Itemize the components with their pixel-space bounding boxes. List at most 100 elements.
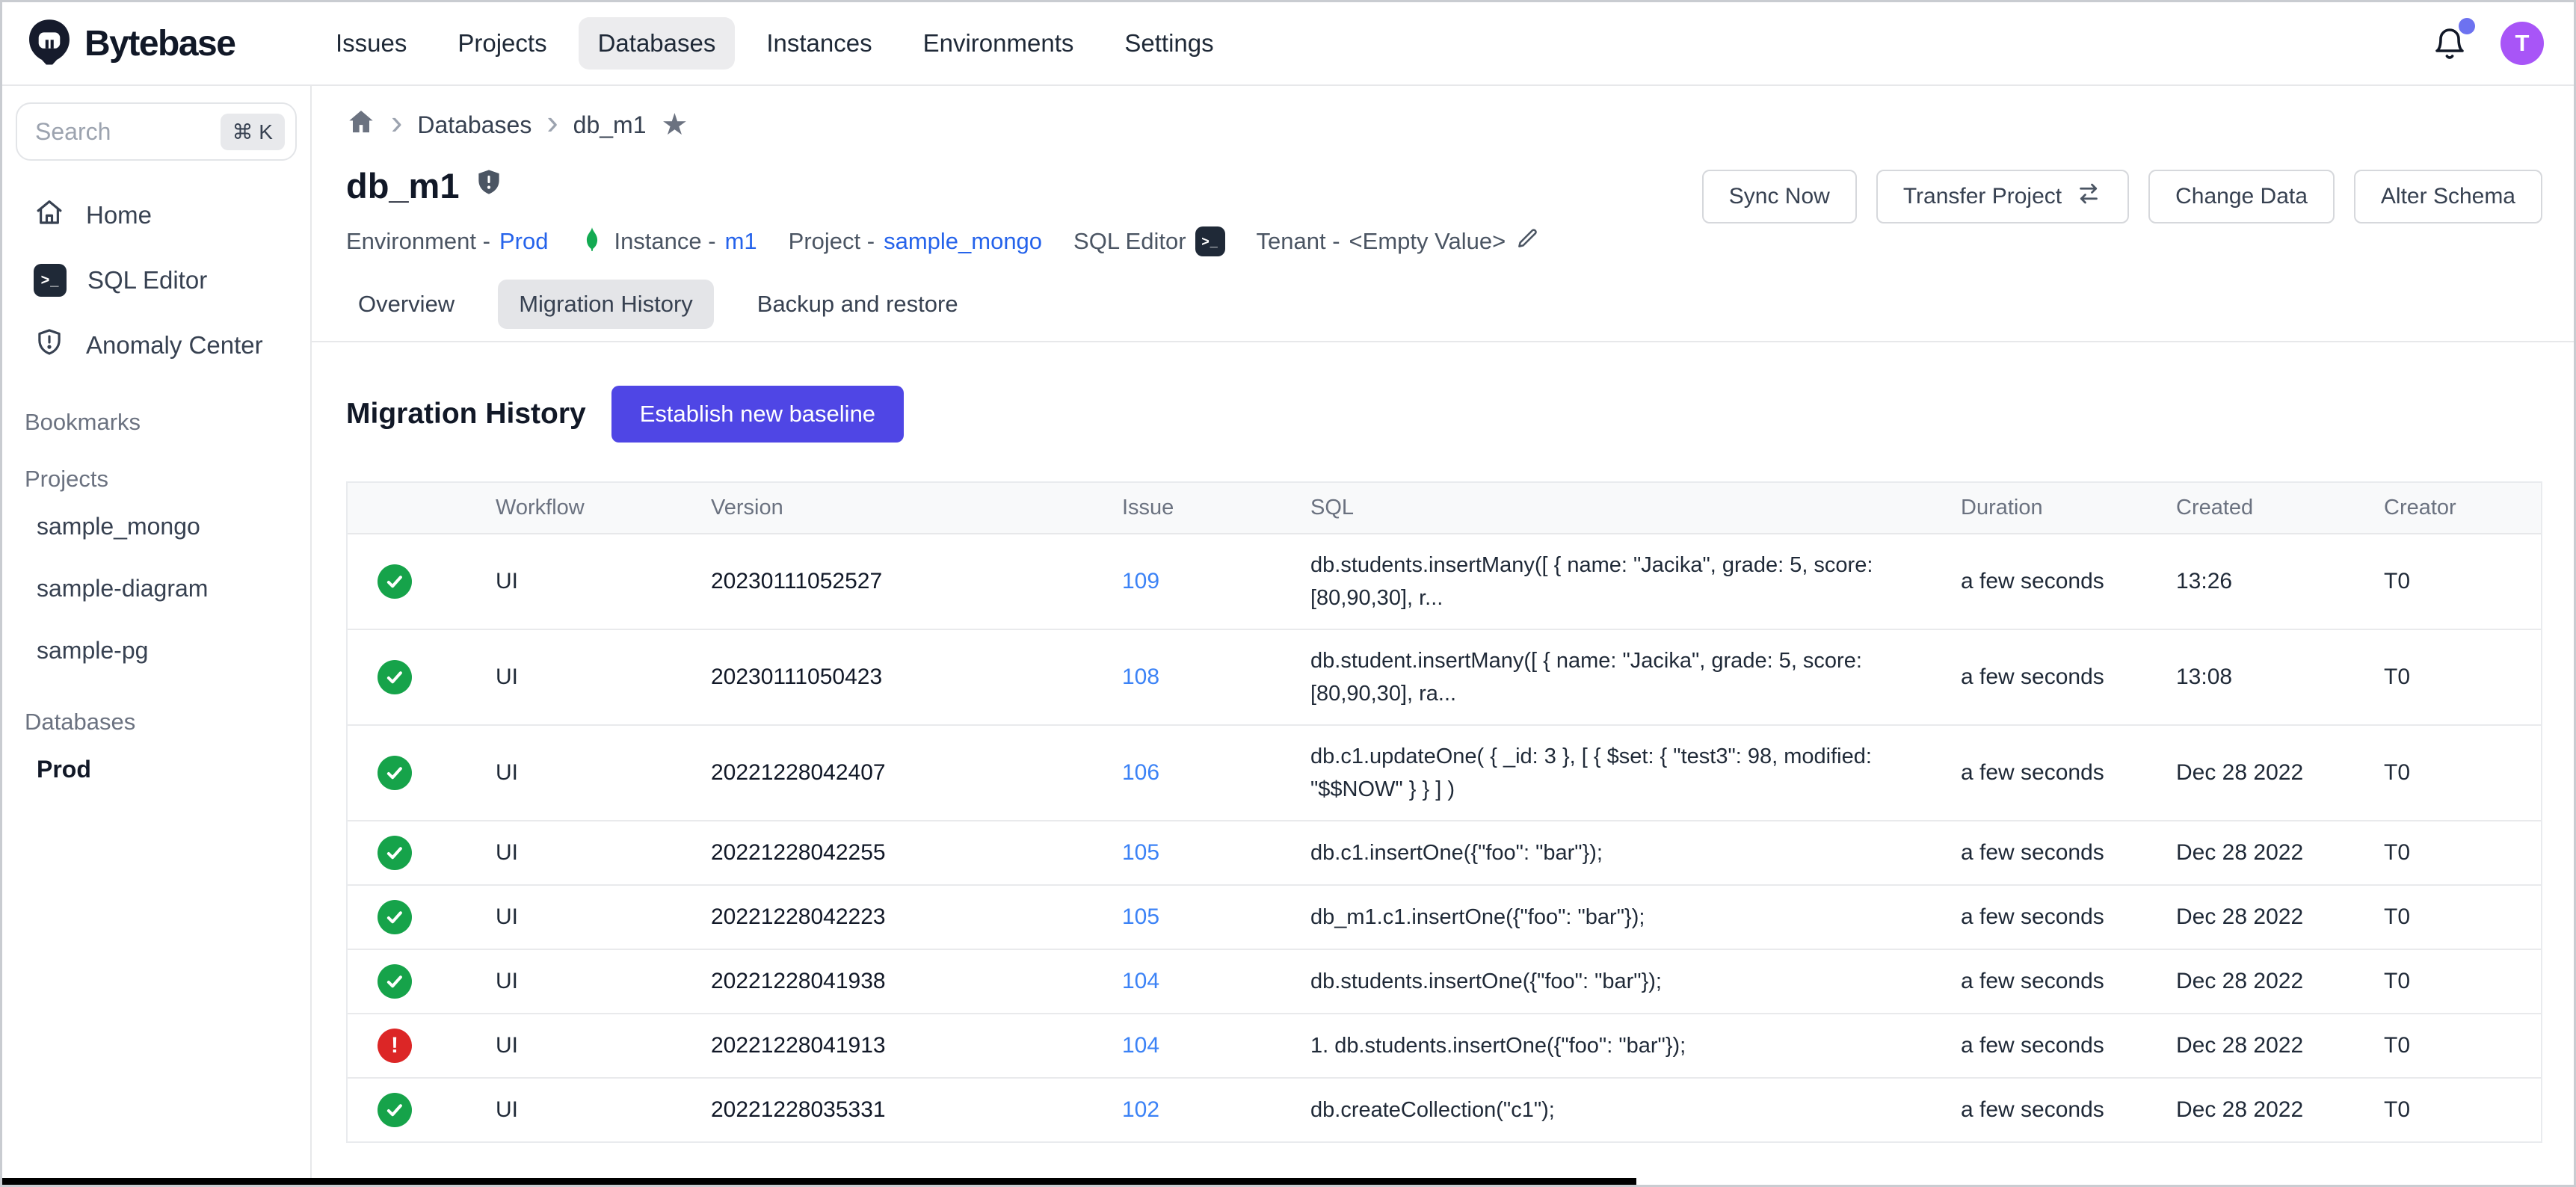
table-row[interactable]: ! UI 20221228041913 104 1. db.students.i… <box>348 1014 2541 1079</box>
bytebase-logo-icon <box>25 17 74 70</box>
tab-overview[interactable]: Overview <box>337 280 475 329</box>
cell-creator: T0 <box>2369 1081 2541 1139</box>
cell-workflow: UI <box>481 824 696 882</box>
table-row[interactable]: UI 20221228041938 104 db.students.insert… <box>348 950 2541 1014</box>
bytebase-logo[interactable]: Bytebase <box>25 17 316 70</box>
transfer-project-button[interactable]: Transfer Project <box>1876 170 2129 223</box>
instance-link[interactable]: m1 <box>725 228 757 255</box>
nav-instances[interactable]: Instances <box>747 17 891 70</box>
cell-sql: db.students.insertMany([ { name: "Jacika… <box>1295 534 1946 629</box>
nav-issues[interactable]: Issues <box>316 17 426 70</box>
bookmark-star-icon[interactable]: ★ <box>661 108 688 142</box>
cell-version: 20221228042255 <box>696 824 1107 882</box>
table-row[interactable]: UI 20221228035331 102 db.createCollectio… <box>348 1079 2541 1141</box>
db-shield-icon <box>473 165 505 206</box>
cell-version: 20230111052527 <box>696 552 1107 611</box>
breadcrumb-home-icon[interactable] <box>346 107 376 143</box>
cell-duration: a few seconds <box>1946 952 2161 1011</box>
issue-link[interactable]: 106 <box>1107 744 1295 802</box>
sync-now-button[interactable]: Sync Now <box>1702 170 1857 223</box>
table-row[interactable]: UI 20221228042407 106 db.c1.updateOne( {… <box>348 726 2541 821</box>
col-duration: Duration <box>1946 483 2161 533</box>
sidebar-project-sample-diagram[interactable]: sample-diagram <box>2 561 310 617</box>
cell-created: Dec 28 2022 <box>2161 952 2369 1011</box>
transfer-arrows-icon <box>2075 180 2102 213</box>
cell-creator: T0 <box>2369 1017 2541 1075</box>
cell-sql: db_m1.c1.insertOne({"foo": "bar"}); <box>1295 887 1946 948</box>
environment-link[interactable]: Prod <box>499 228 548 255</box>
cell-sql: db.c1.insertOne({"foo": "bar"}); <box>1295 822 1946 884</box>
top-navigation-bar: Bytebase Issues Projects Databases Insta… <box>2 2 2574 86</box>
sidebar-item-sql-editor[interactable]: >_ SQL Editor <box>2 249 310 312</box>
issue-link[interactable]: 109 <box>1107 552 1295 611</box>
status-success-icon <box>378 660 412 694</box>
issue-link[interactable]: 102 <box>1107 1081 1295 1139</box>
instance-label: Instance - <box>614 228 715 255</box>
search-input[interactable] <box>35 118 221 146</box>
nav-databases[interactable]: Databases <box>579 17 736 70</box>
cell-workflow: UI <box>481 744 696 802</box>
avatar[interactable]: T <box>2500 22 2544 65</box>
table-row[interactable]: UI 20221228042223 105 db_m1.c1.insertOne… <box>348 886 2541 950</box>
table-row[interactable]: UI 20221228042255 105 db.c1.insertOne({"… <box>348 821 2541 886</box>
terminal-icon: >_ <box>34 264 67 297</box>
sidebar-project-sample-pg[interactable]: sample-pg <box>2 623 310 679</box>
cell-creator: T0 <box>2369 888 2541 946</box>
cell-workflow: UI <box>481 1017 696 1075</box>
status-success-icon <box>378 964 412 999</box>
issue-link[interactable]: 105 <box>1107 824 1295 882</box>
change-data-button[interactable]: Change Data <box>2148 170 2335 223</box>
breadcrumb: › Databases › db_m1 ★ <box>312 86 2574 143</box>
edit-pencil-icon[interactable] <box>1515 226 1540 257</box>
alter-schema-button[interactable]: Alter Schema <box>2354 170 2542 223</box>
cell-creator: T0 <box>2369 952 2541 1011</box>
cell-sql: db.c1.updateOne( { _id: 3 }, [ { $set: {… <box>1295 726 1946 820</box>
nav-settings[interactable]: Settings <box>1105 17 1233 70</box>
main-nav: Issues Projects Databases Instances Envi… <box>316 17 1233 70</box>
table-row[interactable]: UI 20230111050423 108 db.student.insertM… <box>348 630 2541 726</box>
tab-backup-and-restore[interactable]: Backup and restore <box>736 280 979 329</box>
environment-label: Environment - <box>346 228 490 255</box>
issue-link[interactable]: 104 <box>1107 1017 1295 1075</box>
col-workflow: Workflow <box>481 483 696 533</box>
sidebar-item-anomaly-center[interactable]: Anomaly Center <box>2 312 310 379</box>
status-success-icon <box>378 1093 412 1127</box>
issue-link[interactable]: 108 <box>1107 648 1295 706</box>
sql-editor-label: SQL Editor <box>1073 228 1186 255</box>
cell-version: 20221228041938 <box>696 952 1107 1011</box>
project-link[interactable]: sample_mongo <box>884 228 1042 255</box>
cell-duration: a few seconds <box>1946 824 2161 882</box>
sidebar-section-databases: Databases <box>2 709 310 736</box>
establish-baseline-button[interactable]: Establish new baseline <box>611 386 904 443</box>
app-window: Bytebase Issues Projects Databases Insta… <box>0 0 2576 1187</box>
col-created: Created <box>2161 483 2369 533</box>
cell-created: Dec 28 2022 <box>2161 824 2369 882</box>
tenant-value: <Empty Value> <box>1349 228 1506 255</box>
sidebar-item-label: Anomaly Center <box>86 331 263 360</box>
cell-sql: db.students.insertOne({"foo": "bar"}); <box>1295 951 1946 1012</box>
shield-alert-icon <box>34 327 65 364</box>
nav-projects[interactable]: Projects <box>438 17 566 70</box>
cell-duration: a few seconds <box>1946 1017 2161 1075</box>
nav-environments[interactable]: Environments <box>904 17 1094 70</box>
table-row[interactable]: UI 20230111052527 109 db.students.insert… <box>348 534 2541 630</box>
status-success-icon <box>378 900 412 934</box>
tab-migration-history[interactable]: Migration History <box>498 280 714 329</box>
sidebar-database-prod[interactable]: Prod <box>2 742 310 798</box>
breadcrumb-separator: › <box>391 110 402 140</box>
cell-created: Dec 28 2022 <box>2161 744 2369 802</box>
issue-link[interactable]: 104 <box>1107 952 1295 1011</box>
sidebar-project-sample-mongo[interactable]: sample_mongo <box>2 499 310 555</box>
issue-link[interactable]: 105 <box>1107 888 1295 946</box>
project-label: Project - <box>789 228 875 255</box>
mongodb-leaf-icon <box>579 226 605 257</box>
sql-editor-launch-icon[interactable]: >_ <box>1195 226 1225 256</box>
status-success-icon <box>378 836 412 870</box>
sidebar-section-projects: Projects <box>2 466 310 493</box>
status-error-icon: ! <box>378 1029 412 1063</box>
cell-sql: db.student.insertMany([ { name: "Jacika"… <box>1295 630 1946 724</box>
notification-bell-icon[interactable] <box>2432 25 2468 61</box>
sidebar-item-home[interactable]: Home <box>2 182 310 249</box>
breadcrumb-databases[interactable]: Databases <box>417 111 531 139</box>
sidebar-section-bookmarks: Bookmarks <box>2 409 310 436</box>
